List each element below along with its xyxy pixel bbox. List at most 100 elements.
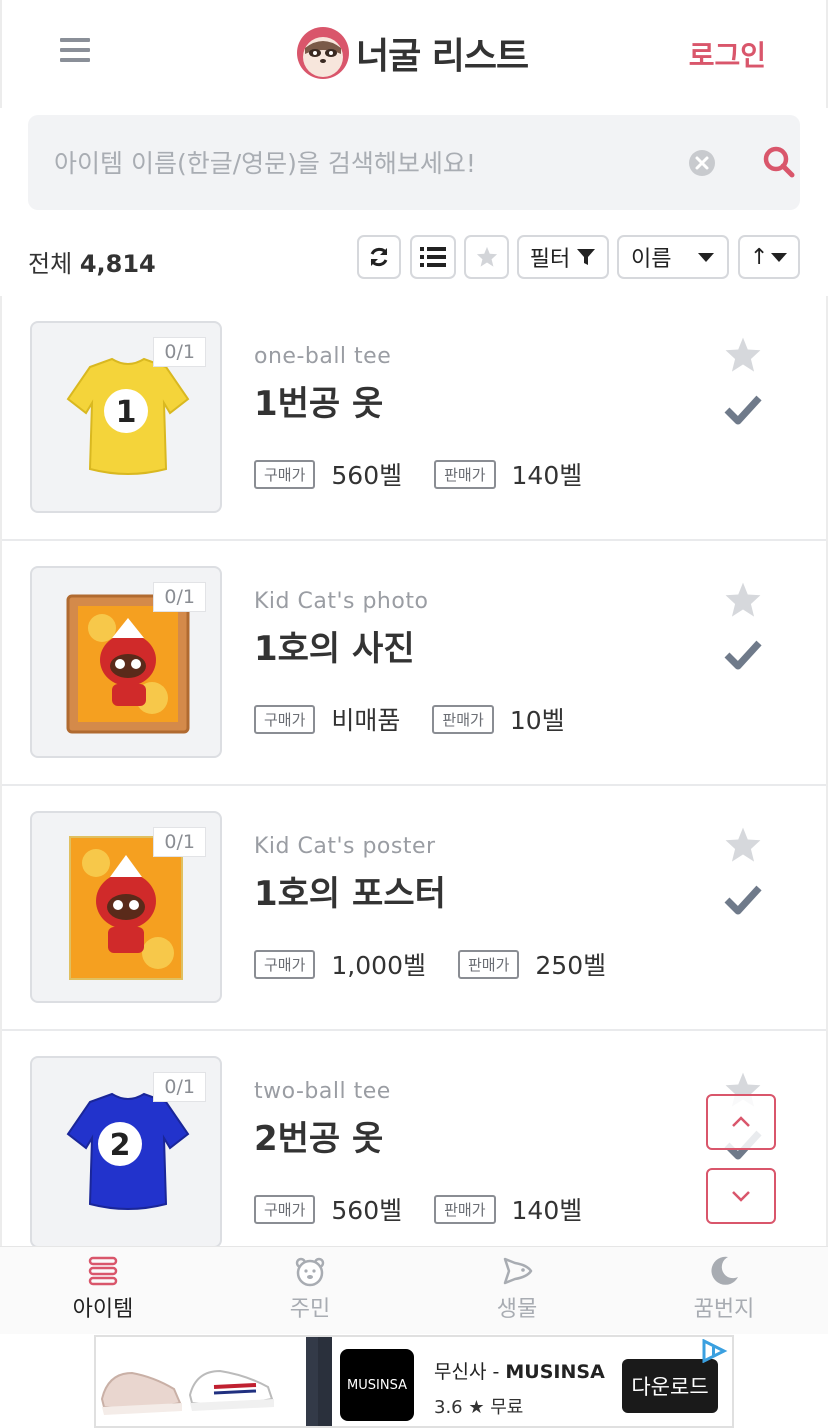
favorite-star-icon[interactable] [724, 336, 762, 374]
item-name-english: Kid Cat's photo [254, 589, 429, 614]
moon-icon [711, 1256, 738, 1285]
item-list: 0/1 1 one-ball tee 1번공 옷 구매가 560벨 판매가 14… [0, 296, 828, 1246]
buy-price: 560벨 [331, 461, 403, 490]
refresh-button[interactable] [357, 235, 401, 279]
svg-text:2: 2 [110, 1128, 131, 1163]
star-icon [476, 246, 497, 267]
ad-brand: 무신사 - MUSINSA [434, 1357, 605, 1384]
checkmark-icon[interactable] [724, 882, 762, 916]
ad-brand-prefix: 무신사 - [434, 1361, 506, 1383]
buy-price-tag: 구매가 [254, 459, 316, 489]
ad-banner[interactable]: MUSINSA 무신사 - MUSINSA 3.6 ★ 무료 다운로드 [94, 1335, 734, 1428]
search-bar [28, 115, 800, 210]
nav-tab-dream-address[interactable]: 꿈번지 [654, 1255, 794, 1323]
login-button[interactable]: 로그인 [689, 34, 766, 74]
favorites-filter-button[interactable] [464, 235, 509, 279]
collection-count: 0/1 [153, 1072, 206, 1102]
sell-price: 10벨 [509, 706, 565, 735]
logo[interactable]: 너굴 리스트 [296, 26, 529, 80]
total-value: 4,814 [79, 250, 156, 278]
collection-count: 0/1 [153, 337, 206, 367]
checkmark-icon[interactable] [724, 392, 762, 426]
svg-text:1: 1 [116, 395, 137, 430]
item-thumbnail[interactable]: 0/1 [30, 811, 222, 1003]
item-name-korean: 2번공 옷 [254, 1119, 384, 1159]
item-thumbnail[interactable]: 0/1 2 [30, 1056, 222, 1246]
buy-price: 1,000벨 [331, 951, 426, 980]
app-header: 너굴 리스트 로그인 [0, 0, 828, 108]
nav-tab-items[interactable]: 아이템 [33, 1255, 173, 1323]
item-name-korean: 1호의 사진 [254, 629, 415, 669]
scroll-up-button[interactable] [706, 1094, 776, 1150]
sell-price: 140벨 [511, 1196, 583, 1225]
clear-icon[interactable] [688, 149, 716, 177]
logo-text: 너굴 리스트 [356, 36, 529, 77]
collection-count: 0/1 [153, 827, 206, 857]
bottom-navigation: 아이템 주민 생물 꿈번지 [0, 1246, 828, 1334]
ad-choices-icon[interactable] [700, 1339, 728, 1363]
buy-price-tag: 구매가 [254, 1194, 316, 1224]
scroll-down-button[interactable] [706, 1168, 776, 1224]
item-name-english: two-ball tee [254, 1079, 391, 1104]
buy-price: 560벨 [331, 1196, 403, 1225]
refresh-icon [370, 247, 388, 267]
list-view-button[interactable] [410, 235, 456, 279]
order-select[interactable]: ↑ [738, 235, 800, 279]
funnel-icon [577, 249, 596, 265]
checkmark-icon[interactable] [724, 637, 762, 671]
ad-brand-name: MUSINSA [505, 1361, 605, 1383]
nav-tab-villagers[interactable]: 주민 [240, 1255, 380, 1323]
item-thumbnail[interactable]: 0/1 1 [30, 321, 222, 513]
item-name-english: one-ball tee [254, 344, 392, 369]
filter-button[interactable]: 필터 [517, 235, 609, 279]
sell-price: 250벨 [535, 951, 607, 980]
raccoon-mascot-icon [297, 27, 349, 79]
total-count: 전체 4,814 [28, 244, 156, 279]
sort-select[interactable]: 이름 [617, 235, 729, 279]
filter-label: 필터 [529, 247, 571, 272]
items-icon [88, 1256, 118, 1286]
buy-price-tag: 구매가 [254, 949, 316, 979]
nav-label: 생물 [496, 1297, 538, 1322]
price-row: 구매가 비매품 판매가 10벨 [254, 701, 597, 737]
sell-price: 140벨 [511, 461, 583, 490]
ad-rating: 3.6 ★ 무료 [434, 1397, 524, 1418]
search-icon[interactable] [762, 145, 796, 179]
list-item[interactable]: 0/1 2 two-ball tee 2번공 옷 구매가 560벨 판매가 14… [2, 1031, 826, 1246]
order-label: ↑ [750, 244, 769, 270]
collection-count: 0/1 [153, 582, 206, 612]
sell-price-tag: 판매가 [434, 1194, 496, 1224]
favorite-star-icon[interactable] [724, 581, 762, 619]
caret-down-icon [698, 253, 714, 262]
price-row: 구매가 560벨 판매가 140벨 [254, 456, 614, 492]
chevron-up-icon [732, 1116, 750, 1127]
sell-price-tag: 판매가 [457, 949, 520, 979]
item-name-korean: 1번공 옷 [254, 384, 384, 424]
caret-down-icon [771, 253, 787, 262]
favorite-star-icon[interactable] [724, 826, 762, 864]
chevron-down-icon [732, 1191, 750, 1202]
total-label: 전체 [28, 250, 73, 278]
list-toolbar: 전체 4,814 필터 이름 ↑ [0, 232, 828, 286]
musinsa-logo: MUSINSA [340, 1349, 414, 1421]
price-row: 구매가 560벨 판매가 140벨 [254, 1191, 614, 1227]
sort-label: 이름 [631, 247, 672, 272]
list-item[interactable]: 0/1 Kid Cat's photo 1호의 사진 구매가 비매품 판매가 1… [2, 541, 826, 786]
ad-download-button[interactable]: 다운로드 [622, 1359, 718, 1413]
hamburger-menu-icon[interactable] [60, 38, 90, 68]
nav-tab-creatures[interactable]: 생물 [447, 1255, 587, 1323]
list-item[interactable]: 0/1 Kid Cat's poster 1호의 포스터 구매가 1,000벨 … [2, 786, 826, 1031]
villager-icon [295, 1257, 325, 1287]
list-icon [420, 247, 446, 267]
price-row: 구매가 1,000벨 판매가 250벨 [254, 946, 638, 982]
item-name-korean: 1호의 포스터 [254, 874, 446, 914]
fish-icon [503, 1257, 533, 1285]
item-thumbnail[interactable]: 0/1 [30, 566, 222, 758]
nav-label: 꿈번지 [693, 1297, 755, 1322]
sell-price-tag: 판매가 [434, 459, 496, 489]
buy-price-tag: 구매가 [254, 704, 316, 734]
search-input[interactable] [54, 141, 654, 185]
list-item[interactable]: 0/1 1 one-ball tee 1번공 옷 구매가 560벨 판매가 14… [2, 296, 826, 541]
nav-label: 주민 [289, 1297, 331, 1322]
sell-price-tag: 판매가 [432, 704, 494, 734]
